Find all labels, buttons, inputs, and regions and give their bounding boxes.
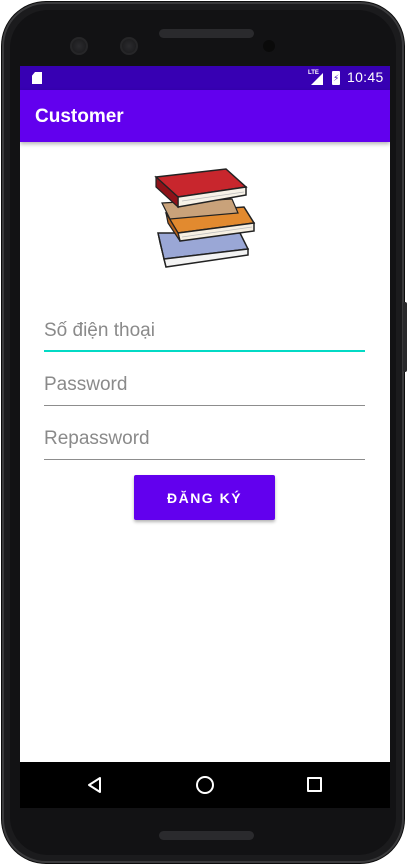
status-time: 10:45: [347, 69, 384, 85]
phone-field[interactable]: [44, 316, 365, 352]
front-camera-icon: [70, 37, 88, 55]
books-stack-image: [154, 168, 256, 268]
network-label: LTE: [308, 70, 319, 76]
power-button: [403, 302, 407, 372]
device-frame: LTE ⚡ 10:45 Customer Số điện thoại ĐĂNG …: [2, 2, 407, 863]
home-icon[interactable]: [196, 776, 214, 794]
phone-input[interactable]: [44, 316, 365, 346]
sd-card-icon: [32, 72, 42, 84]
top-speaker: [159, 29, 254, 38]
repassword-input[interactable]: [44, 424, 365, 454]
app-title: Customer: [35, 106, 124, 127]
battery-charging-icon: ⚡: [332, 71, 340, 85]
register-button[interactable]: ĐĂNG KÝ: [134, 475, 275, 520]
repassword-underline: [44, 459, 365, 460]
app-bar: Customer: [20, 90, 390, 142]
password-input[interactable]: [44, 370, 365, 400]
repassword-field[interactable]: [44, 424, 365, 460]
recents-icon[interactable]: [307, 777, 322, 792]
front-sensor-icon: [120, 37, 138, 55]
proximity-sensor-icon: [263, 40, 275, 52]
bottom-speaker: [159, 831, 254, 840]
phone-underline: [44, 350, 365, 352]
navigation-bar: [20, 762, 390, 808]
app-screen: LTE ⚡ 10:45 Customer Số điện thoại ĐĂNG …: [20, 66, 390, 808]
back-icon[interactable]: [86, 776, 104, 794]
status-bar: LTE ⚡ 10:45: [20, 66, 390, 90]
password-field[interactable]: [44, 370, 365, 406]
password-underline: [44, 405, 365, 406]
